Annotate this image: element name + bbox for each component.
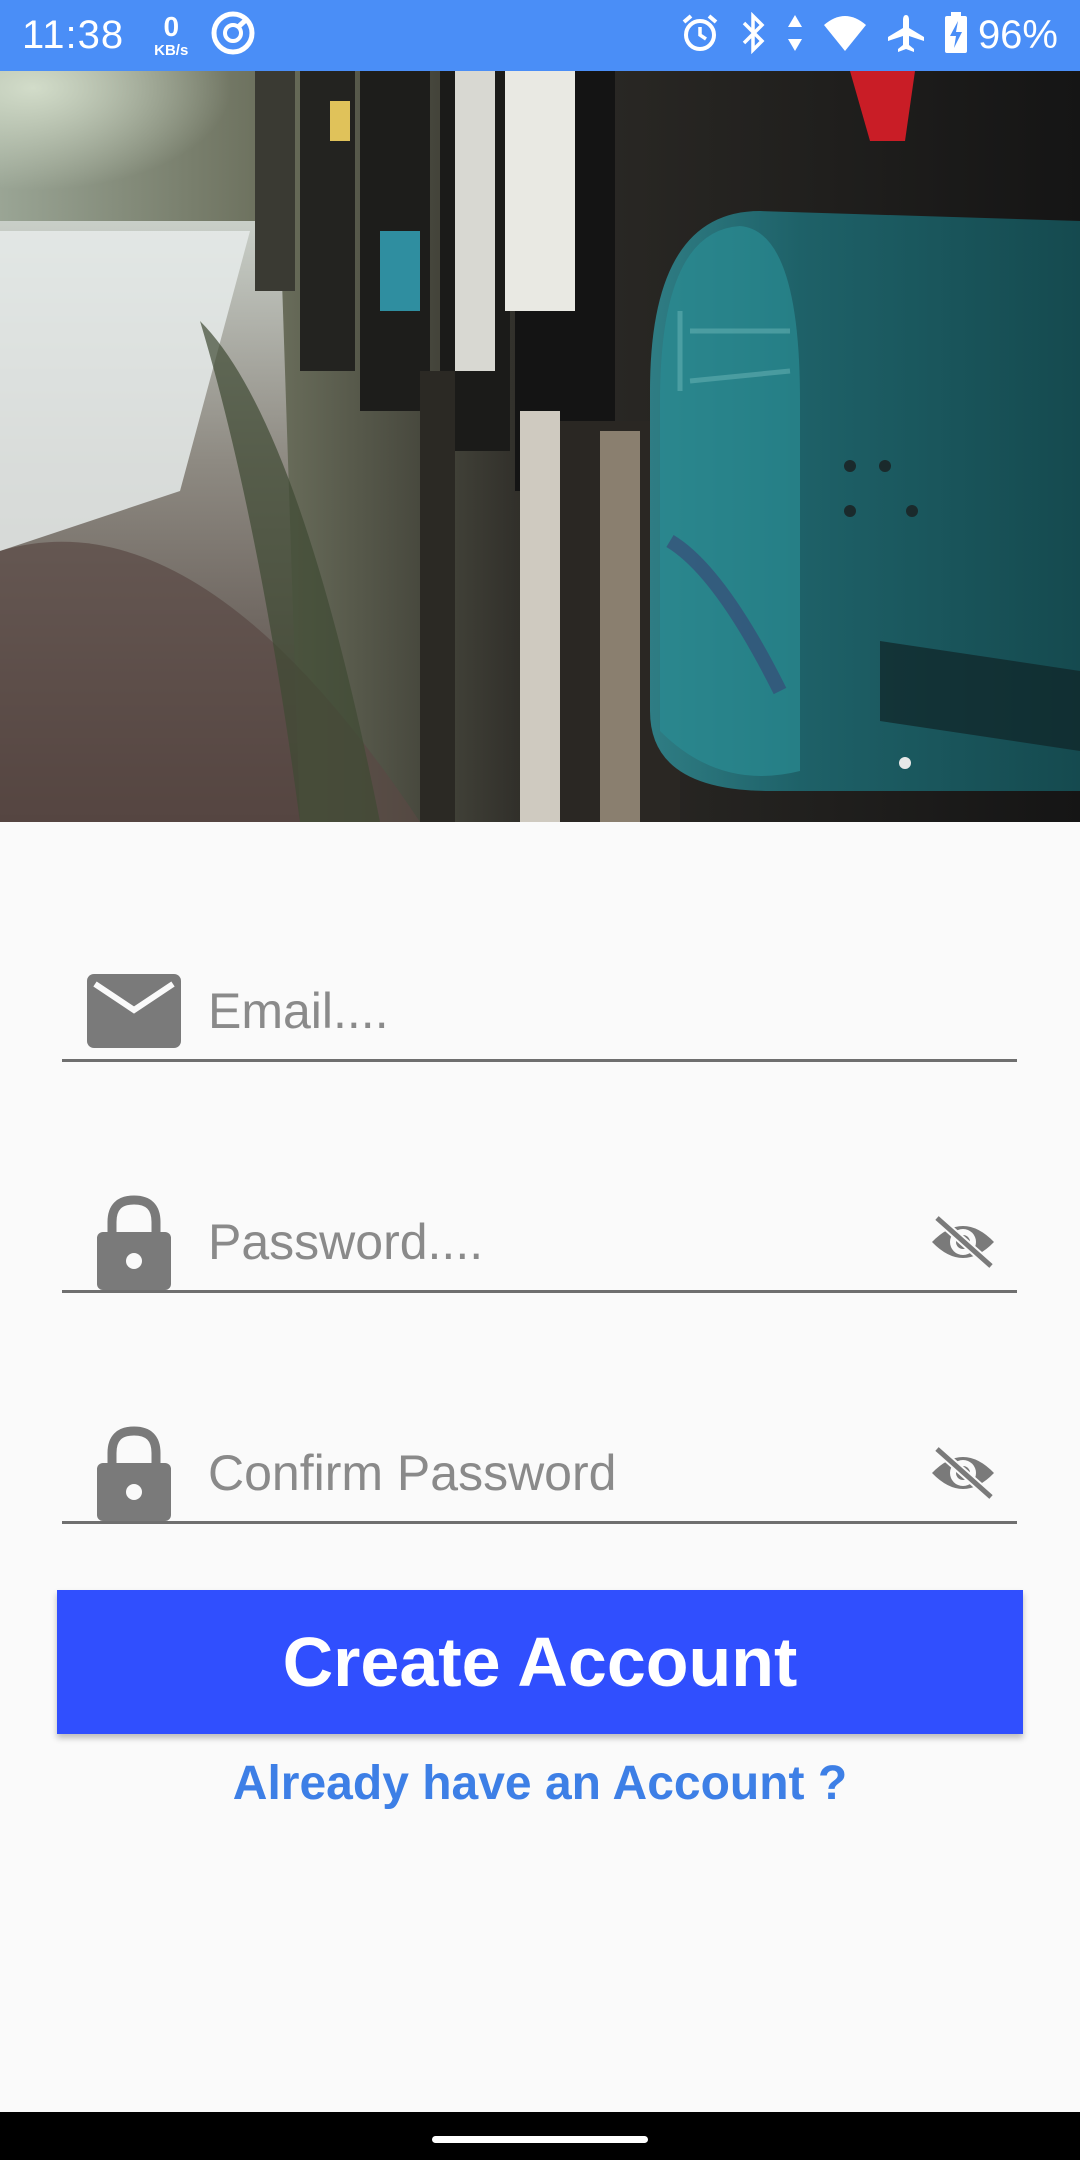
email-input[interactable] [184, 962, 1017, 1059]
password-visibility-toggle[interactable] [921, 1200, 1005, 1284]
network-speed-unit: KB/s [154, 42, 189, 59]
alarm-icon [680, 13, 720, 58]
confirm-password-input[interactable] [184, 1424, 921, 1521]
confirm-password-field [62, 1424, 1017, 1524]
email-icon [84, 961, 184, 1061]
email-field [62, 962, 1017, 1062]
password-field [62, 1193, 1017, 1293]
already-have-account-link[interactable]: Already have an Account ? [0, 1756, 1080, 1811]
data-arrows-icon [786, 13, 804, 58]
lock-icon [84, 1423, 184, 1523]
network-speed-value: 0 [163, 11, 180, 42]
airplane-icon [886, 13, 926, 58]
status-bar-left: 11:38 0 KB/s [22, 10, 256, 61]
lock-icon [84, 1192, 184, 1292]
clock: 11:38 [22, 13, 125, 57]
create-account-button[interactable]: Create Account [57, 1590, 1023, 1734]
visibility-off-icon [932, 1214, 994, 1269]
hero-mailbox-image [0, 71, 1080, 822]
home-gesture-handle[interactable] [432, 2136, 648, 2143]
confirm-password-visibility-toggle[interactable] [921, 1431, 1005, 1515]
battery-charging-icon [944, 12, 968, 59]
status-bar: 11:38 0 KB/s 96% [0, 0, 1080, 71]
battery-percentage: 96% [977, 13, 1058, 57]
wifi-icon [822, 13, 868, 58]
network-speed: 0 KB/s [154, 11, 189, 59]
password-input[interactable] [184, 1193, 921, 1290]
mailbox-photo [0, 71, 1080, 822]
status-bar-right: 96% [680, 11, 1058, 59]
vpn-status-icon [210, 10, 256, 61]
bluetooth-icon [738, 11, 768, 59]
visibility-off-icon [932, 1445, 994, 1500]
